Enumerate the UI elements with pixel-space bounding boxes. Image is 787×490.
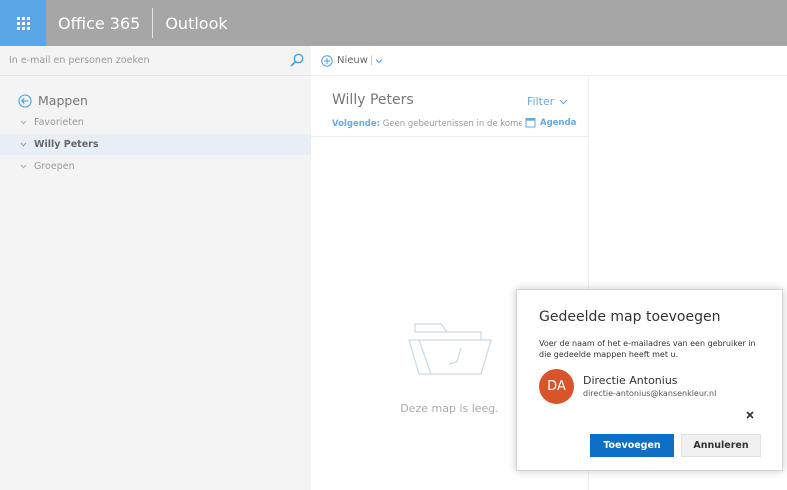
chevron-down-icon [20, 164, 27, 169]
filter-label: Filter [527, 95, 555, 108]
folder-pane: Mappen Favorieten Willy Peters Groepen [0, 76, 311, 490]
cancel-button[interactable]: Annuleren [681, 434, 761, 457]
waffle-icon [16, 16, 30, 30]
sidebar-item-label: Groepen [34, 161, 75, 172]
new-separator: | [369, 55, 374, 66]
person-email: directie-antonius@kansenkleur.nl [583, 389, 717, 398]
search-icon[interactable] [290, 53, 304, 67]
chevron-down-icon [20, 120, 27, 125]
chevron-down-icon [559, 99, 568, 105]
office-brand-link[interactable]: Office 365 [46, 0, 152, 46]
avatar: DA [539, 369, 574, 404]
back-arrow-icon [18, 93, 32, 108]
sidebar-item-label: Willy Peters [34, 139, 99, 150]
add-button[interactable]: Toevoegen [590, 434, 674, 457]
folder-title: Willy Peters [332, 92, 414, 108]
app-launcher-button[interactable] [0, 0, 46, 46]
list-divider [311, 136, 588, 137]
sidebar-item-label: Favorieten [34, 117, 84, 128]
folders-header[interactable]: Mappen [18, 93, 88, 108]
add-shared-folder-dialog: Gedeelde map toevoegen Voer de naam of h… [516, 289, 783, 471]
empty-folder-icon [408, 323, 492, 375]
filter-button[interactable]: Filter [527, 95, 568, 108]
dialog-description: Voer de naam of het e-mailadres van een … [539, 339, 756, 359]
folders-title: Mappen [38, 93, 88, 108]
top-bar: Office 365 Outlook [0, 0, 787, 46]
search-bar [0, 46, 311, 76]
agenda-button[interactable]: Agenda [522, 117, 577, 128]
new-button[interactable]: Nieuw | [311, 54, 383, 67]
next-events-line: Volgende: Geen gebeurtenissen in de kome… [332, 119, 528, 129]
sidebar-item-favorieten[interactable]: Favorieten [0, 112, 311, 133]
chevron-down-icon[interactable] [375, 57, 383, 65]
new-button-label: Nieuw [337, 55, 368, 66]
remove-person-close-icon[interactable] [745, 410, 755, 420]
app-name-link[interactable]: Outlook [153, 14, 227, 33]
sidebar-item-groepen[interactable]: Groepen [0, 156, 311, 177]
dialog-title: Gedeelde map toevoegen [539, 309, 721, 325]
calendar-icon [525, 118, 536, 128]
plus-circle-icon [321, 54, 333, 67]
next-events-text: Geen gebeurtenissen in de komen [382, 119, 528, 129]
chevron-down-icon [20, 142, 27, 147]
next-label: Volgende: [332, 119, 381, 129]
search-input[interactable] [0, 46, 280, 75]
sidebar-item-willy-peters[interactable]: Willy Peters [0, 134, 311, 155]
command-bar: Nieuw | [311, 46, 787, 76]
agenda-label: Agenda [540, 117, 577, 128]
person-name: Directie Antonius [583, 374, 678, 387]
